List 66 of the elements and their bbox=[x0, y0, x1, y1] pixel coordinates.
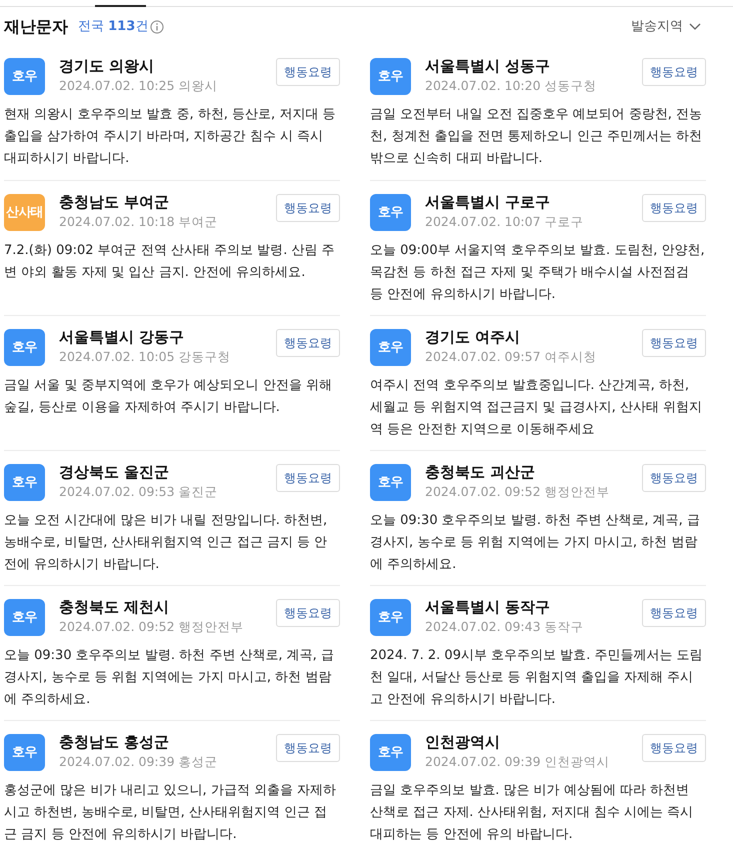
region-title: 충청북도 괴산군 bbox=[425, 462, 536, 483]
action-guide-button[interactable]: 행동요령 bbox=[276, 329, 340, 357]
region-title: 서울특별시 구로구 bbox=[425, 192, 552, 213]
category-badge: 호우 bbox=[370, 464, 411, 501]
total-count: 전국 113건 bbox=[78, 18, 148, 36]
region-title: 경상북도 울진군 bbox=[59, 462, 170, 483]
category-badge: 호우 bbox=[4, 599, 45, 636]
message-meta: 2024.07.02. 10:18 부여군 bbox=[59, 213, 219, 231]
message-body: 2024. 7. 2. 09시부 호우주의보 발효. 주민들께서는 도림천 일대, 서달산 등산로 등 위험지역 출입을 자제해 주시고 안전에 유의하시기 바랍니다. bbox=[370, 647, 704, 709]
message-meta: 2024.07.02. 09:39 인천광역시 bbox=[425, 753, 611, 771]
message-body: 홍성군에 많은 비가 내리고 있으니, 가급적 외출을 자제하시고 하천변, 농배수로, 비탈면, 산사태위험지역 인근 접근 금지 등 안전에 유의하시기 바랍니다. bbox=[4, 782, 338, 844]
message-meta: 2024.07.02. 10:25 의왕시 bbox=[59, 77, 219, 95]
region-title: 서울특별시 성동구 bbox=[425, 56, 552, 77]
category-badge: 호우 bbox=[4, 329, 45, 366]
action-guide-button[interactable]: 행동요령 bbox=[276, 599, 340, 627]
action-guide-button[interactable]: 행동요령 bbox=[642, 464, 706, 492]
message-meta: 2024.07.02. 10:05 강동구청 bbox=[59, 348, 232, 366]
category-badge: 호우 bbox=[370, 58, 411, 95]
message-meta: 2024.07.02. 09:52 행정안전부 bbox=[59, 618, 245, 636]
category-badge: 호우 bbox=[4, 734, 45, 771]
message-body: 오늘 오전 시간대에 많은 비가 내릴 전망입니다. 하천변, 농배수로, 비탈면, 산사태위험지역 인근 접근 금지 등 안전에 유의하시기 바랍니다. bbox=[4, 512, 328, 574]
message-meta: 2024.07.02. 10:20 성동구청 bbox=[425, 77, 598, 95]
message-body: 금일 서울 및 중부지역에 호우가 예상되오니 안전을 위해 숲길, 등산로 이용을 자제하여 주시기 바랍니다. bbox=[4, 377, 333, 417]
action-guide-button[interactable]: 행동요령 bbox=[642, 194, 706, 222]
page-title: 재난문자 bbox=[4, 16, 68, 38]
action-guide-button[interactable]: 행동요령 bbox=[276, 734, 340, 762]
chevron-down-icon bbox=[689, 23, 701, 31]
region-title: 경기도 여주시 bbox=[425, 327, 522, 348]
message-meta: 2024.07.02. 09:52 행정안전부 bbox=[425, 483, 611, 501]
action-guide-button[interactable]: 행동요령 bbox=[642, 599, 706, 627]
action-guide-button[interactable]: 행동요령 bbox=[642, 734, 706, 762]
action-guide-button[interactable]: 행동요령 bbox=[276, 464, 340, 492]
action-guide-button[interactable]: 행동요령 bbox=[276, 58, 340, 86]
region-title: 충청남도 부여군 bbox=[59, 192, 170, 213]
region-filter-dropdown[interactable]: 발송지역 bbox=[631, 17, 701, 37]
message-body: 오늘 09:30 호우주의보 발령. 하천 주변 산책로, 계곡, 급경사지, 농수로 등 위험 지역에는 가지 마시고, 하천 범람에 주의하세요. bbox=[4, 647, 335, 709]
message-body: 오늘 09:30 호우주의보 발령. 하천 주변 산책로, 계곡, 급경사지, 농수로 등 위험 지역에는 가지 마시고, 하천 범람에 주의하세요. bbox=[370, 512, 701, 574]
region-title: 인천광역시 bbox=[425, 732, 501, 753]
region-title: 충청북도 제천시 bbox=[59, 597, 170, 618]
message-body: 7.2.(화) 09:02 부여군 전역 산사태 주의보 발령. 산림 주변 야외 활동 자제 및 입산 금지. 안전에 유의하세요. bbox=[4, 242, 336, 282]
region-title: 서울특별시 강동구 bbox=[59, 327, 186, 348]
category-badge: 호우 bbox=[370, 329, 411, 366]
message-meta: 2024.07.02. 09:53 울진군 bbox=[59, 483, 219, 501]
action-guide-button[interactable]: 행동요령 bbox=[642, 329, 706, 357]
message-body: 금일 오전부터 내일 오전 집중호우 예보되어 중랑천, 전농천, 청계천 출입을 전면 통제하오니 인근 주민께서는 하천 밖으로 신속히 대피 바랍니다. bbox=[370, 106, 704, 168]
region-title: 충청남도 홍성군 bbox=[59, 732, 170, 753]
message-meta: 2024.07.02. 09:39 홍성군 bbox=[59, 753, 219, 771]
message-meta: 2024.07.02. 09:57 여주시청 bbox=[425, 348, 598, 366]
category-badge: 호우 bbox=[370, 194, 411, 231]
category-badge: 호우 bbox=[4, 464, 45, 501]
message-body: 여주시 전역 호우주의보 발효중입니다. 산간계곡, 하천, 세월교 등 위험지역 접근금지 및 급경사지, 산사태 위험지역 등은 안전한 지역으로 이동해주세요 bbox=[370, 377, 704, 439]
category-badge: 산사태 bbox=[4, 194, 45, 231]
message-meta: 2024.07.02. 09:43 동작구 bbox=[425, 618, 585, 636]
info-icon[interactable] bbox=[150, 20, 164, 34]
message-meta: 2024.07.02. 10:07 구로구 bbox=[425, 213, 585, 231]
category-badge: 호우 bbox=[370, 599, 411, 636]
action-guide-button[interactable]: 행동요령 bbox=[642, 58, 706, 86]
region-title: 경기도 의왕시 bbox=[59, 56, 156, 77]
category-badge: 호우 bbox=[4, 58, 45, 95]
region-title: 서울특별시 동작구 bbox=[425, 597, 552, 618]
action-guide-button[interactable]: 행동요령 bbox=[276, 194, 340, 222]
message-body: 현재 의왕시 호우주의보 발효 중, 하천, 등산로, 저지대 등 출입을 삼가하여 주시기 바라며, 지하공간 침수 시 즉시 대피하시기 바랍니다. bbox=[4, 106, 336, 168]
message-body: 금일 호우주의보 발효. 많은 비가 예상됨에 따라 하천변 산책로 접근 자제. 산사태위험, 저지대 침수 시에는 즉시 대피하는 등 안전에 유의 바랍니다. bbox=[370, 782, 694, 844]
message-body: 오늘 09:00부 서울지역 호우주의보 발효. 도림천, 안양천, 목감천 등 하천 접근 자제 및 주택가 배수시설 사전점검 등 안전에 유의하시기 바랍니다. bbox=[370, 242, 706, 304]
tab-underline bbox=[95, 5, 146, 7]
category-badge: 호우 bbox=[370, 734, 411, 771]
